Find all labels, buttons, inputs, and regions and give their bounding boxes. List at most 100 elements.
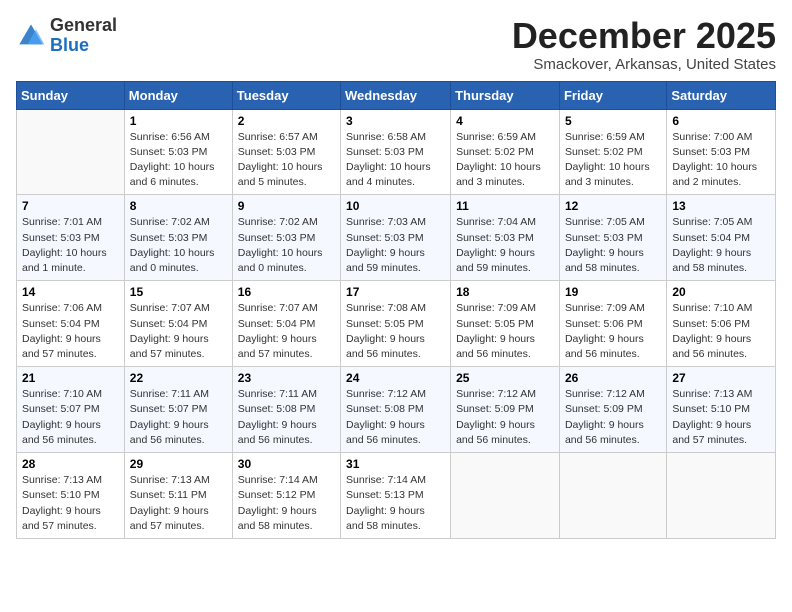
day-cell: 30Sunrise: 7:14 AMSunset: 5:12 PMDayligh…	[232, 453, 340, 539]
location: Smackover, Arkansas, United States	[512, 56, 776, 73]
col-header-thursday: Thursday	[451, 81, 560, 109]
day-number: 8	[130, 199, 227, 213]
logo: General Blue	[16, 16, 117, 56]
day-number: 14	[22, 285, 119, 299]
day-number: 24	[346, 371, 445, 385]
day-cell: 19 Sunrise: 7:09 AMSunset: 5:06 PMDayligh…	[559, 281, 666, 367]
day-info: Sunrise: 7:05 AMSunset: 5:03 PMDaylight:…	[565, 215, 661, 276]
day-cell: 2 Sunrise: 6:57 AMSunset: 5:03 PMDaylight…	[232, 109, 340, 195]
day-cell: 28 Sunrise: 7:13 AMSunset: 5:10 PMDayligh…	[17, 453, 125, 539]
day-cell: 4 Sunrise: 6:59 AMSunset: 5:02 PMDaylight…	[451, 109, 560, 195]
day-cell	[17, 109, 125, 195]
day-info: Sunrise: 7:00 AMSunset: 5:03 PMDaylight:…	[672, 130, 770, 191]
day-number: 26	[565, 371, 661, 385]
day-info: Sunrise: 7:12 AMSunset: 5:09 PMDaylight:…	[456, 387, 554, 448]
week-row-3: 14 Sunrise: 7:06 AMSunset: 5:04 PMDayligh…	[17, 281, 776, 367]
calendar-table: SundayMondayTuesdayWednesdayThursdayFrid…	[16, 81, 776, 539]
day-info: Sunrise: 7:13 AMSunset: 5:11 PMDaylight:…	[130, 473, 227, 534]
day-number: 13	[672, 199, 770, 213]
day-cell	[559, 453, 666, 539]
day-info: Sunrise: 6:59 AMSunset: 5:02 PMDaylight:…	[565, 130, 661, 191]
day-number: 16	[238, 285, 335, 299]
day-cell: 26Sunrise: 7:12 AMSunset: 5:09 PMDayligh…	[559, 367, 666, 453]
month-title: December 2025	[512, 16, 776, 56]
day-info: Sunrise: 7:02 AMSunset: 5:03 PMDaylight:…	[238, 215, 335, 276]
day-cell: 29 Sunrise: 7:13 AMSunset: 5:11 PMDayligh…	[124, 453, 232, 539]
day-number: 17	[346, 285, 445, 299]
day-cell: 31 Sunrise: 7:14 AMSunset: 5:13 PMDayligh…	[341, 453, 451, 539]
logo-text: General Blue	[50, 16, 117, 56]
logo-general: General	[50, 15, 117, 35]
logo-blue: Blue	[50, 35, 89, 55]
day-number: 4	[456, 114, 554, 128]
day-number: 2	[238, 114, 335, 128]
day-number: 31	[346, 457, 445, 471]
day-number: 10	[346, 199, 445, 213]
day-number: 9	[238, 199, 335, 213]
day-number: 20	[672, 285, 770, 299]
day-cell: 27Sunrise: 7:13 AMSunset: 5:10 PMDayligh…	[667, 367, 776, 453]
day-number: 29	[130, 457, 227, 471]
day-cell	[451, 453, 560, 539]
day-info: Sunrise: 7:09 AMSunset: 5:05 PMDaylight:…	[456, 301, 554, 362]
day-info: Sunrise: 7:07 AMSunset: 5:04 PMDaylight:…	[130, 301, 227, 362]
day-cell	[667, 453, 776, 539]
week-row-4: 21 Sunrise: 7:10 AMSunset: 5:07 PMDayligh…	[17, 367, 776, 453]
day-number: 21	[22, 371, 119, 385]
day-number: 28	[22, 457, 119, 471]
day-number: 7	[22, 199, 119, 213]
day-info: Sunrise: 7:05 AMSunset: 5:04 PMDaylight:…	[672, 215, 770, 276]
day-info: Sunrise: 7:11 AMSunset: 5:07 PMDaylight:…	[130, 387, 227, 448]
day-cell: 1Sunrise: 6:56 AMSunset: 5:03 PMDaylight…	[124, 109, 232, 195]
day-info: Sunrise: 7:03 AMSunset: 5:03 PMDaylight:…	[346, 215, 445, 276]
day-number: 23	[238, 371, 335, 385]
day-cell: 18 Sunrise: 7:09 AMSunset: 5:05 PMDayligh…	[451, 281, 560, 367]
col-header-monday: Monday	[124, 81, 232, 109]
day-number: 11	[456, 199, 554, 213]
day-cell: 10 Sunrise: 7:03 AMSunset: 5:03 PMDayligh…	[341, 195, 451, 281]
day-cell: 11 Sunrise: 7:04 AMSunset: 5:03 PMDayligh…	[451, 195, 560, 281]
day-info: Sunrise: 7:09 AMSunset: 5:06 PMDaylight:…	[565, 301, 661, 362]
header-row: SundayMondayTuesdayWednesdayThursdayFrid…	[17, 81, 776, 109]
day-info: Sunrise: 7:02 AMSunset: 5:03 PMDaylight:…	[130, 215, 227, 276]
page-header: General Blue December 2025 Smackover, Ar…	[16, 16, 776, 73]
day-cell: 21 Sunrise: 7:10 AMSunset: 5:07 PMDayligh…	[17, 367, 125, 453]
day-number: 18	[456, 285, 554, 299]
week-row-1: 1Sunrise: 6:56 AMSunset: 5:03 PMDaylight…	[17, 109, 776, 195]
day-info: Sunrise: 7:10 AMSunset: 5:07 PMDaylight:…	[22, 387, 119, 448]
col-header-sunday: Sunday	[17, 81, 125, 109]
day-cell: 3 Sunrise: 6:58 AMSunset: 5:03 PMDaylight…	[341, 109, 451, 195]
day-number: 3	[346, 114, 445, 128]
day-cell: 7Sunrise: 7:01 AMSunset: 5:03 PMDaylight…	[17, 195, 125, 281]
day-info: Sunrise: 6:59 AMSunset: 5:02 PMDaylight:…	[456, 130, 554, 191]
day-cell: 17 Sunrise: 7:08 AMSunset: 5:05 PMDayligh…	[341, 281, 451, 367]
day-number: 5	[565, 114, 661, 128]
col-header-tuesday: Tuesday	[232, 81, 340, 109]
day-number: 1	[130, 114, 227, 128]
title-block: December 2025 Smackover, Arkansas, Unite…	[512, 16, 776, 73]
col-header-friday: Friday	[559, 81, 666, 109]
logo-icon	[16, 21, 46, 51]
day-cell: 5 Sunrise: 6:59 AMSunset: 5:02 PMDaylight…	[559, 109, 666, 195]
day-info: Sunrise: 6:57 AMSunset: 5:03 PMDaylight:…	[238, 130, 335, 191]
day-info: Sunrise: 7:13 AMSunset: 5:10 PMDaylight:…	[22, 473, 119, 534]
week-row-2: 7Sunrise: 7:01 AMSunset: 5:03 PMDaylight…	[17, 195, 776, 281]
day-number: 19	[565, 285, 661, 299]
day-info: Sunrise: 7:13 AMSunset: 5:10 PMDaylight:…	[672, 387, 770, 448]
day-cell: 9 Sunrise: 7:02 AMSunset: 5:03 PMDaylight…	[232, 195, 340, 281]
day-info: Sunrise: 6:58 AMSunset: 5:03 PMDaylight:…	[346, 130, 445, 191]
day-cell: 20Sunrise: 7:10 AMSunset: 5:06 PMDayligh…	[667, 281, 776, 367]
week-row-5: 28 Sunrise: 7:13 AMSunset: 5:10 PMDayligh…	[17, 453, 776, 539]
col-header-wednesday: Wednesday	[341, 81, 451, 109]
day-number: 6	[672, 114, 770, 128]
day-number: 22	[130, 371, 227, 385]
day-cell: 13 Sunrise: 7:05 AMSunset: 5:04 PMDayligh…	[667, 195, 776, 281]
day-cell: 14 Sunrise: 7:06 AMSunset: 5:04 PMDayligh…	[17, 281, 125, 367]
day-info: Sunrise: 7:07 AMSunset: 5:04 PMDaylight:…	[238, 301, 335, 362]
day-cell: 6 Sunrise: 7:00 AMSunset: 5:03 PMDaylight…	[667, 109, 776, 195]
day-info: Sunrise: 7:04 AMSunset: 5:03 PMDaylight:…	[456, 215, 554, 276]
day-number: 15	[130, 285, 227, 299]
day-info: Sunrise: 7:14 AMSunset: 5:13 PMDaylight:…	[346, 473, 445, 534]
day-info: Sunrise: 7:08 AMSunset: 5:05 PMDaylight:…	[346, 301, 445, 362]
day-info: Sunrise: 7:06 AMSunset: 5:04 PMDaylight:…	[22, 301, 119, 362]
